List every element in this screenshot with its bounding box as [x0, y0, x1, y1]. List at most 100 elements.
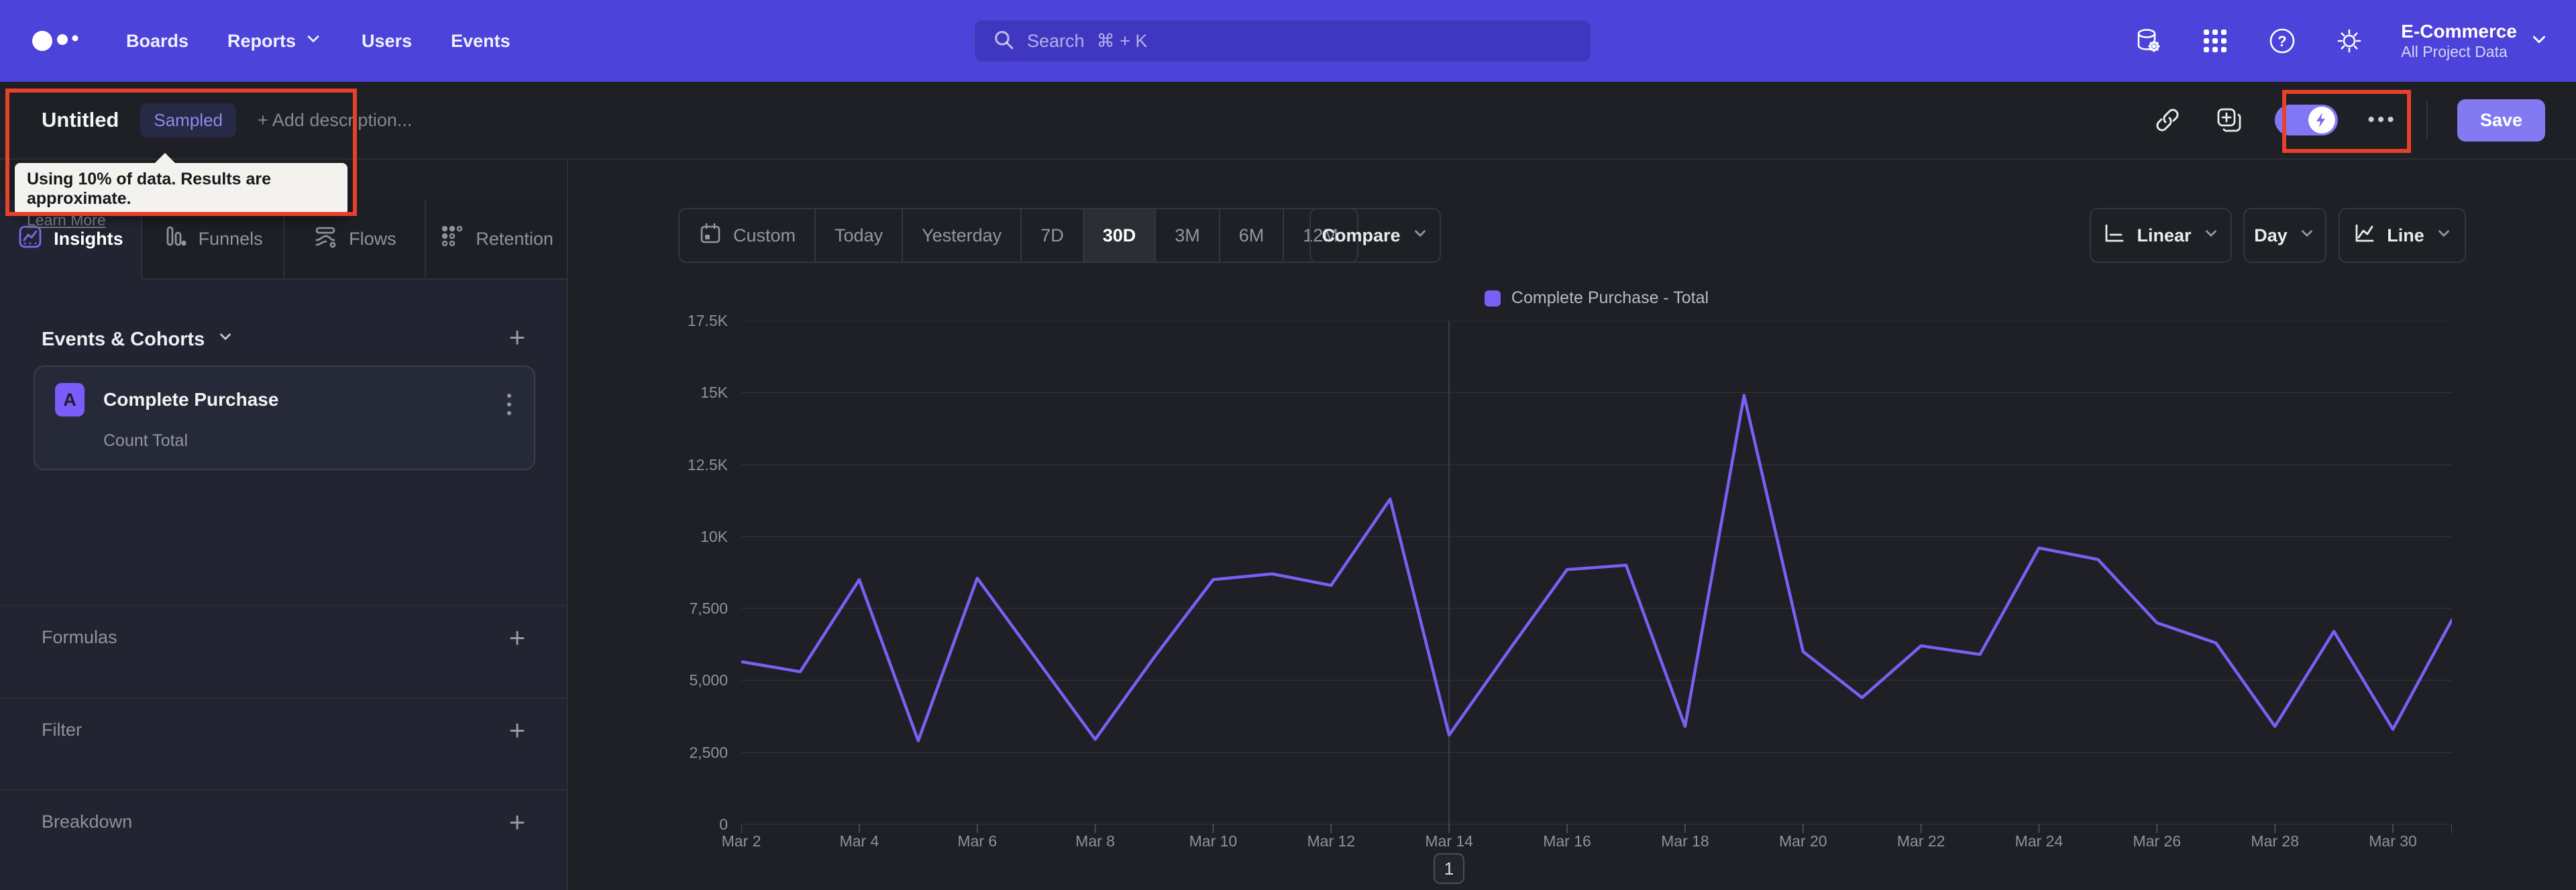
- chevron-down-icon: [1411, 225, 1429, 247]
- range-label: Yesterday: [922, 225, 1002, 245]
- add-description-field[interactable]: + Add description...: [258, 110, 412, 131]
- add-event-button[interactable]: +: [502, 321, 532, 353]
- interval-dropdown[interactable]: Day: [2243, 208, 2326, 263]
- chevron-down-icon: [2435, 225, 2453, 247]
- events-cohorts-label: Events & Cohorts: [42, 328, 205, 350]
- nav-item-label: Users: [362, 30, 413, 51]
- date-range-control: Custom Today Yesterday 7D 30D 3M 6M 12M: [678, 208, 1358, 263]
- search-placeholder: Search: [1027, 30, 1085, 51]
- top-nav-right: ? E-Commerce All Project Data: [2133, 0, 2576, 82]
- search-icon: [992, 28, 1015, 54]
- report-title[interactable]: Untitled: [42, 108, 119, 132]
- add-formula-button[interactable]: +: [502, 622, 532, 653]
- tooltip-text: Using 10% of data. Results are approxima…: [27, 170, 272, 208]
- chevron-down-icon: [2298, 225, 2316, 247]
- range-label: 3M: [1175, 225, 1200, 245]
- range-7d[interactable]: 7D: [1022, 209, 1084, 262]
- x-axis-tick-label: Mar 24: [2015, 832, 2063, 850]
- compare-dropdown[interactable]: Compare: [1309, 208, 1441, 263]
- nav-item-label: Reports: [227, 30, 297, 51]
- top-nav: Boards Reports Users Events Search ⌘ + K: [0, 0, 2576, 82]
- share-link-icon[interactable]: [2151, 104, 2184, 136]
- copy-duplicate-icon[interactable]: [2213, 104, 2245, 136]
- x-axis-tick-label: Mar 28: [2251, 832, 2299, 850]
- divider: [0, 605, 567, 606]
- save-button[interactable]: Save: [2457, 99, 2545, 142]
- scale-label: Linear: [2137, 225, 2192, 245]
- compare-label: Compare: [1322, 225, 1401, 245]
- x-axis-tick-label: Mar 10: [1189, 832, 1238, 850]
- range-30d[interactable]: 30D: [1083, 209, 1157, 262]
- title-actions: ••• Save: [2151, 82, 2545, 158]
- add-breakdown-button[interactable]: +: [502, 806, 532, 838]
- toggle-knob: [2308, 107, 2336, 133]
- data-management-icon[interactable]: [2133, 25, 2163, 56]
- nav-item-reports[interactable]: Reports: [227, 30, 323, 53]
- range-3m[interactable]: 3M: [1156, 209, 1220, 262]
- events-cohorts-header[interactable]: Events & Cohorts: [42, 328, 234, 351]
- legend-label: Complete Purchase - Total: [1511, 288, 1709, 307]
- tab-label: Flows: [349, 228, 396, 249]
- range-today[interactable]: Today: [816, 209, 904, 262]
- y-axis-labels: 0 2,500 5,000 7,500 10K 12.5K 15K 17.5K: [590, 312, 728, 833]
- divider: [2426, 101, 2428, 139]
- line-chart-plot[interactable]: [739, 320, 2454, 834]
- event-metric[interactable]: Count Total: [103, 431, 188, 451]
- range-label: 30D: [1102, 225, 1136, 245]
- mixpanel-logo-icon[interactable]: [31, 27, 87, 54]
- divider: [0, 789, 567, 791]
- x-axis-tick-label: Mar 18: [1661, 832, 1709, 850]
- more-options-button[interactable]: •••: [2367, 109, 2397, 131]
- event-card[interactable]: A Complete Purchase Count Total: [34, 366, 535, 470]
- x-axis-tick-label: Mar 8: [1075, 832, 1115, 850]
- x-axis-tick-label: Mar 16: [1543, 832, 1591, 850]
- project-selector[interactable]: E-Commerce All Project Data: [2401, 20, 2549, 61]
- learn-more-link[interactable]: Learn More: [27, 211, 106, 229]
- pagination-page-1[interactable]: 1: [1434, 853, 1464, 884]
- add-filter-button[interactable]: +: [502, 714, 532, 746]
- nav-item-events[interactable]: Events: [451, 31, 511, 52]
- help-icon[interactable]: ?: [2267, 25, 2298, 56]
- filter-label: Filter: [42, 720, 82, 740]
- y-axis-tick-label: 2,500: [689, 743, 728, 761]
- x-axis-tick-label: Mar 12: [1307, 832, 1356, 850]
- apps-grid-icon[interactable]: [2200, 25, 2231, 56]
- event-options-kebab-icon[interactable]: [503, 390, 515, 419]
- search-input[interactable]: Search ⌘ + K: [974, 19, 1591, 62]
- y-axis-tick-label: 15K: [700, 384, 728, 402]
- nav-item-label: Boards: [126, 30, 189, 51]
- range-6m[interactable]: 6M: [1220, 209, 1285, 262]
- chart-legend[interactable]: Complete Purchase - Total: [741, 288, 2452, 308]
- y-axis-tick-label: 12.5K: [687, 455, 728, 474]
- formulas-label: Formulas: [42, 627, 117, 647]
- range-label: Today: [835, 225, 883, 245]
- chevron-down-icon: [2529, 30, 2549, 53]
- range-label: 7D: [1040, 225, 1064, 245]
- event-series-badge: A: [55, 383, 85, 416]
- scale-dropdown[interactable]: Linear: [2090, 208, 2232, 263]
- range-yesterday[interactable]: Yesterday: [903, 209, 1022, 262]
- tab-label: Retention: [476, 228, 553, 249]
- linear-axis-icon: [2102, 221, 2126, 250]
- query-builder-panel: Events & Cohorts + A Complete Purchase C…: [0, 280, 567, 890]
- nav-item-users[interactable]: Users: [362, 31, 412, 52]
- settings-gear-icon[interactable]: [2334, 25, 2365, 56]
- query-sidebar: Insights Funnels Flows Retention Events …: [0, 160, 568, 890]
- report-title-bar: Untitled Sampled + Add description... ••…: [0, 82, 2576, 160]
- chart-type-dropdown[interactable]: Line: [2339, 208, 2466, 263]
- chevron-down-icon: [304, 30, 323, 53]
- x-axis-tick-label: Mar 22: [1896, 832, 1945, 850]
- filter-section: Filter +: [0, 714, 567, 752]
- nav-item-boards[interactable]: Boards: [126, 31, 189, 52]
- sampled-badge[interactable]: Sampled: [140, 103, 236, 137]
- x-axis-tick-label: Mar 20: [1778, 832, 1827, 850]
- divider: [0, 698, 567, 699]
- tab-label: Insights: [54, 228, 123, 249]
- breakdown-section: Breakdown +: [0, 806, 567, 844]
- x-axis-tick-label: Mar 26: [2133, 832, 2182, 850]
- sampling-toggle[interactable]: [2275, 105, 2339, 135]
- range-custom[interactable]: Custom: [680, 209, 816, 262]
- formulas-section: Formulas +: [0, 622, 567, 659]
- tab-retention[interactable]: Retention: [426, 199, 567, 280]
- y-axis-tick-label: 5,000: [689, 671, 728, 689]
